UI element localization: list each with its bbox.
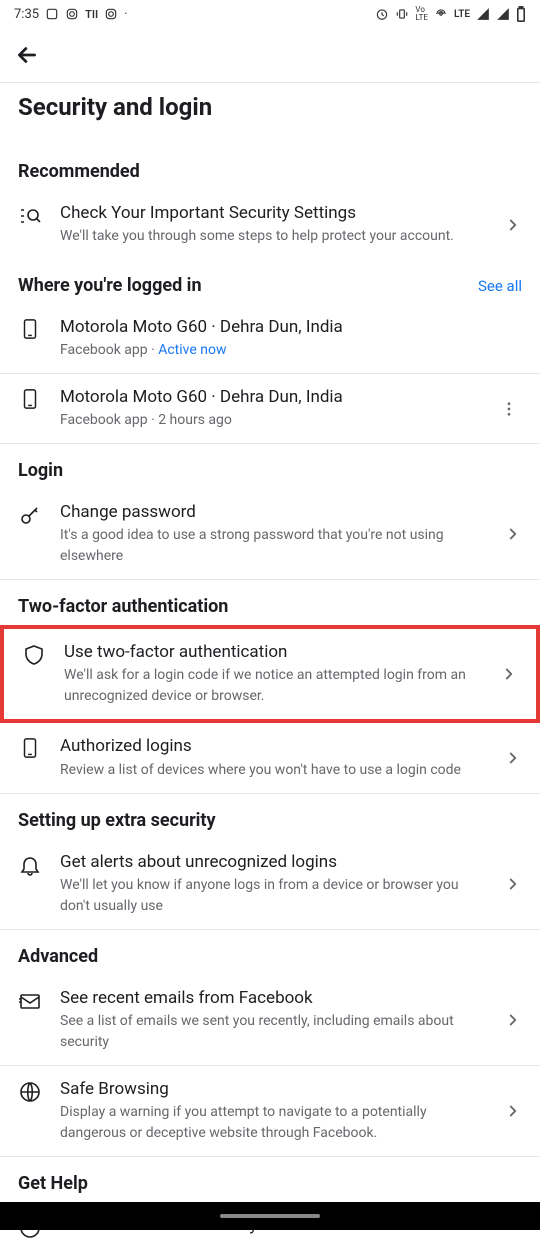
phone-icon [18,737,42,759]
item-sub: We'll let you know if anyone logs in fro… [60,875,486,917]
item-title: Get alerts about unrecognized logins [60,851,486,873]
item-check-security[interactable]: Check Your Important Security Settings W… [0,190,540,259]
item-authorized-logins[interactable]: Authorized logins Review a list of devic… [0,723,540,792]
item-title: Authorized logins [60,735,486,757]
android-nav-bar [0,1202,540,1230]
item-use-two-factor[interactable]: Use two-factor authentication We'll ask … [4,629,536,719]
item-device-1[interactable]: Motorola Moto G60 · Dehra Dun, India Fac… [0,373,540,443]
chevron-right-icon [504,216,522,234]
shield-icon [22,643,46,667]
section-where: Where you're logged in [18,275,202,296]
device-title: Motorola Moto G60 · Dehra Dun, India [60,386,478,408]
checklist-icon [18,204,42,228]
status-bar: 7:35 TII · VoLTE LTE [0,0,540,28]
phone-icon [18,388,42,410]
chevron-right-icon [504,1011,522,1029]
item-title: Safe Browsing [60,1078,486,1100]
battery-icon [516,6,526,22]
item-sub: We'll ask for a login code if we notice … [64,665,482,707]
status-icon-ig1 [65,7,79,21]
item-recent-emails[interactable]: See recent emails from Facebook See a li… [0,975,540,1065]
mail-icon [18,989,42,1013]
page-title: Security and login [0,83,540,145]
section-extra-security: Setting up extra security [0,794,540,839]
item-title: Change password [60,501,486,523]
chevron-right-icon [504,525,522,543]
section-recommended: Recommended [0,145,540,190]
back-button[interactable] [14,42,40,68]
hotspot-icon [434,7,448,21]
item-sub: Review a list of devices where you won't… [60,760,486,781]
nav-handle[interactable] [220,1214,320,1218]
section-login: Login [0,444,540,489]
device-title: Motorola Moto G60 · Dehra Dun, India [60,316,522,338]
item-sub: Display a warning if you attempt to navi… [60,1102,486,1144]
item-title: See recent emails from Facebook [60,987,486,1009]
status-icon-ig2 [104,7,118,21]
item-get-alerts[interactable]: Get alerts about unrecognized logins We'… [0,839,540,929]
item-sub: We'll take you through some steps to hel… [60,226,486,247]
signal1-icon [476,7,490,21]
signal2-icon [496,7,510,21]
globe-icon [18,1080,42,1104]
alarm-icon [375,7,389,21]
chevron-right-icon [504,875,522,893]
status-icon-group [45,7,59,21]
chevron-right-icon [504,749,522,767]
item-safe-browsing[interactable]: Safe Browsing Display a warning if you a… [0,1065,540,1156]
status-dot: · [124,7,127,22]
chevron-right-icon [504,1102,522,1120]
status-icon-t: TII [85,8,98,21]
app-header [0,28,540,82]
item-sub: See a list of emails we sent you recentl… [60,1011,486,1053]
phone-icon [18,318,42,340]
section-get-help: Get Help [0,1157,540,1202]
highlighted-item: Use two-factor authentication We'll ask … [0,625,540,723]
more-menu-button[interactable] [496,396,522,422]
vibrate-icon [395,7,409,21]
section-advanced: Advanced [0,930,540,975]
active-now-label: Active now [158,342,226,358]
device-sub: Facebook app · Active now [60,340,522,361]
see-all-link[interactable]: See all [478,277,522,295]
item-sub: It's a good idea to use a strong passwor… [60,525,486,567]
item-title: Check Your Important Security Settings [60,202,486,224]
key-icon [18,503,42,527]
status-time: 7:35 [14,7,39,22]
lte-label: LTE [454,9,470,20]
item-title: Use two-factor authentication [64,641,482,663]
item-device-0[interactable]: Motorola Moto G60 · Dehra Dun, India Fac… [0,304,540,373]
bell-icon [18,853,42,877]
device-sub: Facebook app · 2 hours ago [60,410,478,431]
chevron-right-icon [500,665,518,683]
volte-icon: VoLTE [415,6,428,22]
section-two-factor: Two-factor authentication [0,580,540,625]
item-change-password[interactable]: Change password It's a good idea to use … [0,489,540,579]
